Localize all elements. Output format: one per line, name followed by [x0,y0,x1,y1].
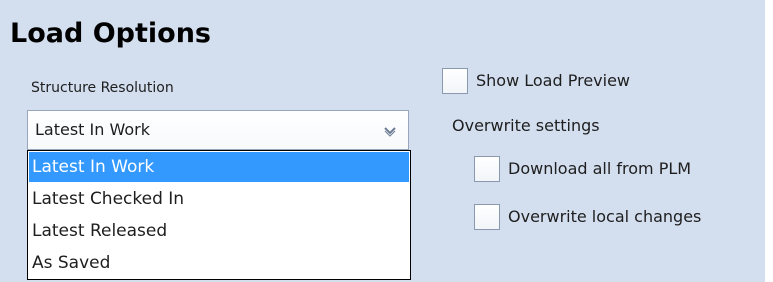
overwrite-local-checkbox[interactable] [474,204,500,230]
load-options-panel: Load Options Structure Resolution Latest… [0,0,765,282]
panel-title: Load Options [10,18,211,49]
option-latest-in-work[interactable]: Latest In Work [29,152,409,182]
download-all-label[interactable]: Download all from PLM [508,158,691,180]
option-latest-released[interactable]: Latest Released [29,216,409,246]
show-load-preview-label[interactable]: Show Load Preview [476,70,630,92]
option-latest-checked-in[interactable]: Latest Checked In [29,184,409,214]
structure-resolution-value: Latest In Work [35,120,150,139]
chevron-down-icon[interactable] [382,122,398,140]
structure-resolution-combobox[interactable]: Latest In Work [27,110,409,150]
download-all-checkbox[interactable] [474,156,500,182]
overwrite-settings-label: Overwrite settings [452,116,600,135]
structure-resolution-label: Structure Resolution [31,80,174,96]
show-load-preview-checkbox[interactable] [442,68,468,94]
option-as-saved[interactable]: As Saved [29,248,409,278]
structure-resolution-dropdown-list: Latest In Work Latest Checked In Latest … [27,150,411,280]
overwrite-local-label[interactable]: Overwrite local changes [508,206,701,228]
